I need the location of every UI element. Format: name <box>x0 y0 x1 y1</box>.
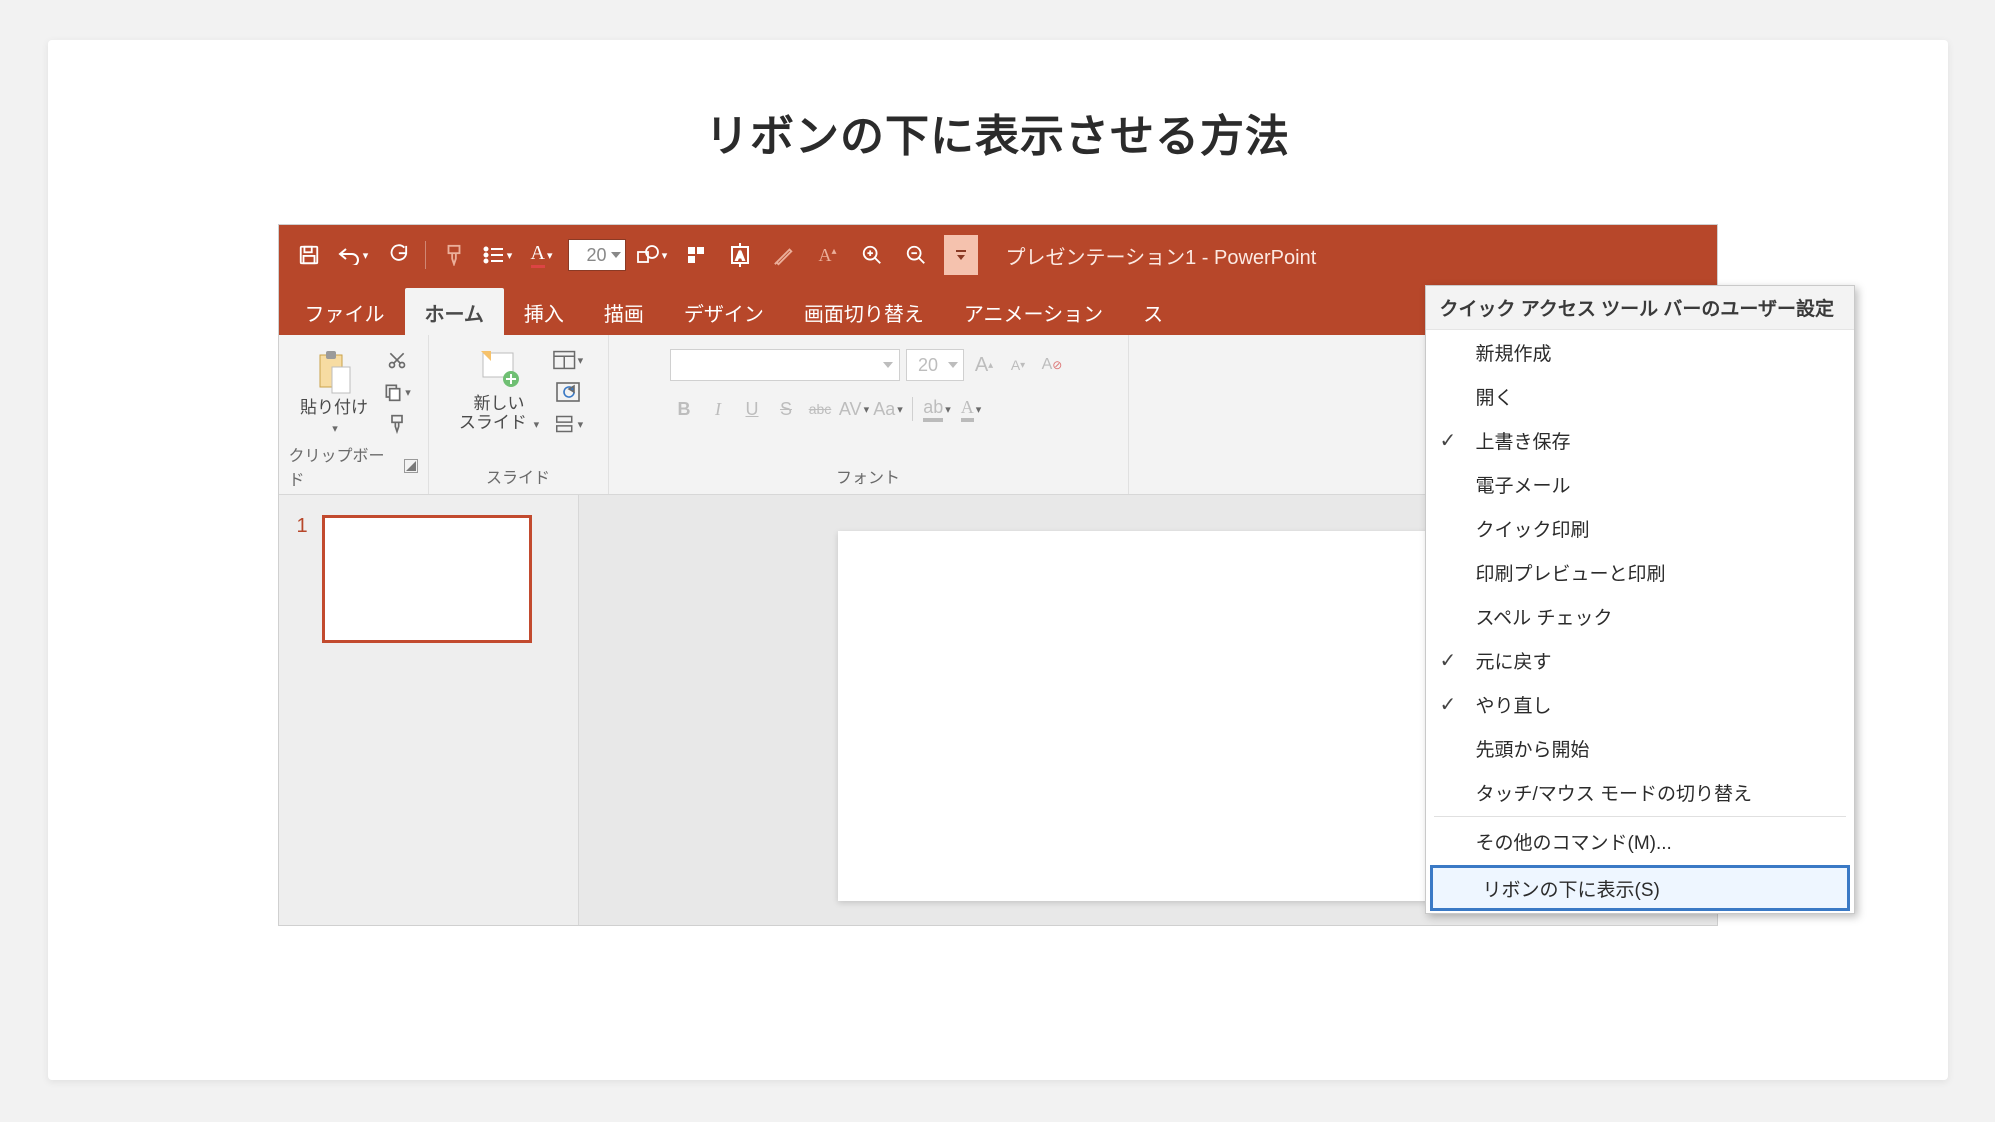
slide-thumbnail-1[interactable]: 1 <box>297 515 560 643</box>
dropdown-item-show-below-ribbon[interactable]: リボンの下に表示(S) <box>1430 865 1850 911</box>
group-clipboard: 貼り付け▾ ▾ クリップボード <box>279 335 429 494</box>
font-grow-qat-icon[interactable]: A▴ <box>808 235 848 275</box>
shapes-qat-icon[interactable]: ▾ <box>632 235 672 275</box>
check-icon: ✓ <box>1440 428 1457 453</box>
tab-animations[interactable]: アニメーション <box>944 288 1123 335</box>
tab-slideshow[interactable]: ス <box>1123 288 1183 335</box>
slide-thumbnail-preview <box>322 515 532 643</box>
slide-thumbnail-panel: 1 <box>279 495 579 925</box>
clear-format-icon[interactable]: A⊘ <box>1038 351 1066 379</box>
dropdown-item-label: やり直し <box>1476 691 1552 718</box>
zoom-in-icon[interactable] <box>852 235 892 275</box>
more-commands-label: その他のコマンド(M)... <box>1476 828 1672 855</box>
clipboard-group-label: クリップボード <box>289 442 398 490</box>
powerpoint-window: ▾ ▾ A ▾ 20 ▾ <box>278 224 1718 926</box>
dropdown-item-7[interactable]: ✓ 元に戻す <box>1426 638 1854 682</box>
font-group-label: フォント <box>836 464 900 488</box>
customize-qat-dropdown: クイック アクセス ツール バーのユーザー設定 新規作成開く ✓ 上書き保存電子メー… <box>1425 285 1855 914</box>
new-slide-label-1: 新しい <box>473 394 524 413</box>
dropdown-separator <box>1434 816 1846 817</box>
show-below-ribbon-label: リボンの下に表示(S) <box>1483 875 1660 902</box>
window-title: プレゼンテーション1 - PowerPoint <box>1006 241 1317 270</box>
text-box-icon[interactable]: A <box>720 235 760 275</box>
slides-group-label: スライド <box>486 464 550 488</box>
paste-label: 貼り付け <box>300 398 368 417</box>
clipboard-dialog-launcher[interactable] <box>404 459 418 473</box>
grow-font-icon[interactable]: A▴ <box>970 351 998 379</box>
font-color-icon[interactable]: A ▾ <box>522 235 562 275</box>
format-painter-ribbon-icon[interactable] <box>382 411 412 437</box>
underline-button[interactable]: U <box>738 395 766 423</box>
dropdown-item-10[interactable]: タッチ/マウス モードの切り替え <box>1426 770 1854 814</box>
align-icon[interactable] <box>676 235 716 275</box>
slide-number: 1 <box>297 515 308 643</box>
save-icon[interactable] <box>289 235 329 275</box>
dropdown-item-label: クイック印刷 <box>1476 515 1590 542</box>
cut-icon[interactable] <box>382 347 412 373</box>
dropdown-item-0[interactable]: 新規作成 <box>1426 330 1854 374</box>
dropdown-item-label: 新規作成 <box>1476 339 1552 366</box>
highlight-icon[interactable]: ab▾ <box>923 395 951 423</box>
dropdown-header: クイック アクセス ツール バーのユーザー設定 <box>1426 286 1854 330</box>
dropdown-item-4[interactable]: クイック印刷 <box>1426 506 1854 550</box>
copy-icon[interactable]: ▾ <box>382 379 412 405</box>
dropdown-item-label: 印刷プレビューと印刷 <box>1476 559 1666 586</box>
current-slide[interactable] <box>838 531 1458 901</box>
dropdown-item-label: タッチ/マウス モードの切り替え <box>1476 779 1753 806</box>
title-bar: ▾ ▾ A ▾ 20 ▾ <box>279 225 1717 285</box>
tab-insert[interactable]: 挿入 <box>504 288 584 335</box>
tab-draw[interactable]: 描画 <box>584 288 664 335</box>
dropdown-item-label: 先頭から開始 <box>1476 735 1590 762</box>
undo-icon[interactable]: ▾ <box>333 235 373 275</box>
italic-button[interactable]: I <box>704 395 732 423</box>
tab-home[interactable]: ホーム <box>405 288 504 335</box>
font-color-ribbon-icon[interactable]: A▾ <box>957 395 985 423</box>
dropdown-item-6[interactable]: スペル チェック <box>1426 594 1854 638</box>
dropdown-item-9[interactable]: 先頭から開始 <box>1426 726 1854 770</box>
dropdown-item-1[interactable]: 開く <box>1426 374 1854 418</box>
dropdown-item-5[interactable]: 印刷プレビューと印刷 <box>1426 550 1854 594</box>
section-icon[interactable]: ▾ <box>553 411 583 437</box>
font-size-combo[interactable]: 20 <box>906 349 964 381</box>
group-font: 20 A▴ A▾ A⊘ B I U S abc AV▾ Aa▾ a <box>609 335 1129 494</box>
customize-qat-button[interactable] <box>944 235 978 275</box>
tab-file[interactable]: ファイル <box>285 288 405 335</box>
dropdown-item-label: 上書き保存 <box>1476 427 1571 454</box>
qat-divider <box>425 241 426 269</box>
ink-icon[interactable] <box>764 235 804 275</box>
dropdown-item-label: 開く <box>1476 383 1514 410</box>
layout-icon[interactable]: ▾ <box>553 347 583 373</box>
svg-text:A: A <box>736 249 744 263</box>
paste-button[interactable]: 貼り付け▾ <box>294 343 374 440</box>
instruction-card: リボンの下に表示させる方法 ▾ ▾ A ▾ <box>48 40 1948 1080</box>
text-shadow-icon[interactable]: abc <box>806 395 834 423</box>
dropdown-item-label: 元に戻す <box>1476 647 1552 674</box>
zoom-out-icon[interactable] <box>896 235 936 275</box>
font-family-combo[interactable] <box>670 349 900 381</box>
strike-button[interactable]: S <box>772 395 800 423</box>
dropdown-item-8[interactable]: ✓ やり直し <box>1426 682 1854 726</box>
format-painter-icon[interactable] <box>434 235 474 275</box>
bullets-icon[interactable]: ▾ <box>478 235 518 275</box>
new-slide-label-2: スライド <box>459 413 527 432</box>
qat-font-size-combo[interactable]: 20 <box>568 239 626 271</box>
check-icon: ✓ <box>1440 692 1457 717</box>
dropdown-item-label: スペル チェック <box>1476 603 1613 630</box>
page-heading: リボンの下に表示させる方法 <box>705 100 1290 164</box>
dropdown-item-3[interactable]: 電子メール <box>1426 462 1854 506</box>
dropdown-item-2[interactable]: ✓ 上書き保存 <box>1426 418 1854 462</box>
change-case-icon[interactable]: Aa▾ <box>874 395 902 423</box>
new-slide-button[interactable]: 新しいスライド ▾ <box>453 343 545 436</box>
char-spacing-icon[interactable]: AV▾ <box>840 395 868 423</box>
tab-transitions[interactable]: 画面切り替え <box>784 288 944 335</box>
redo-icon[interactable] <box>377 235 417 275</box>
reset-icon[interactable] <box>553 379 583 405</box>
shrink-font-icon[interactable]: A▾ <box>1004 351 1032 379</box>
dropdown-item-label: 電子メール <box>1476 471 1571 498</box>
dropdown-item-more-commands[interactable]: その他のコマンド(M)... <box>1426 819 1854 863</box>
tab-design[interactable]: デザイン <box>664 288 784 335</box>
group-slides: 新しいスライド ▾ ▾ ▾ スライド <box>429 335 609 494</box>
bold-button[interactable]: B <box>670 395 698 423</box>
check-icon: ✓ <box>1440 648 1457 673</box>
